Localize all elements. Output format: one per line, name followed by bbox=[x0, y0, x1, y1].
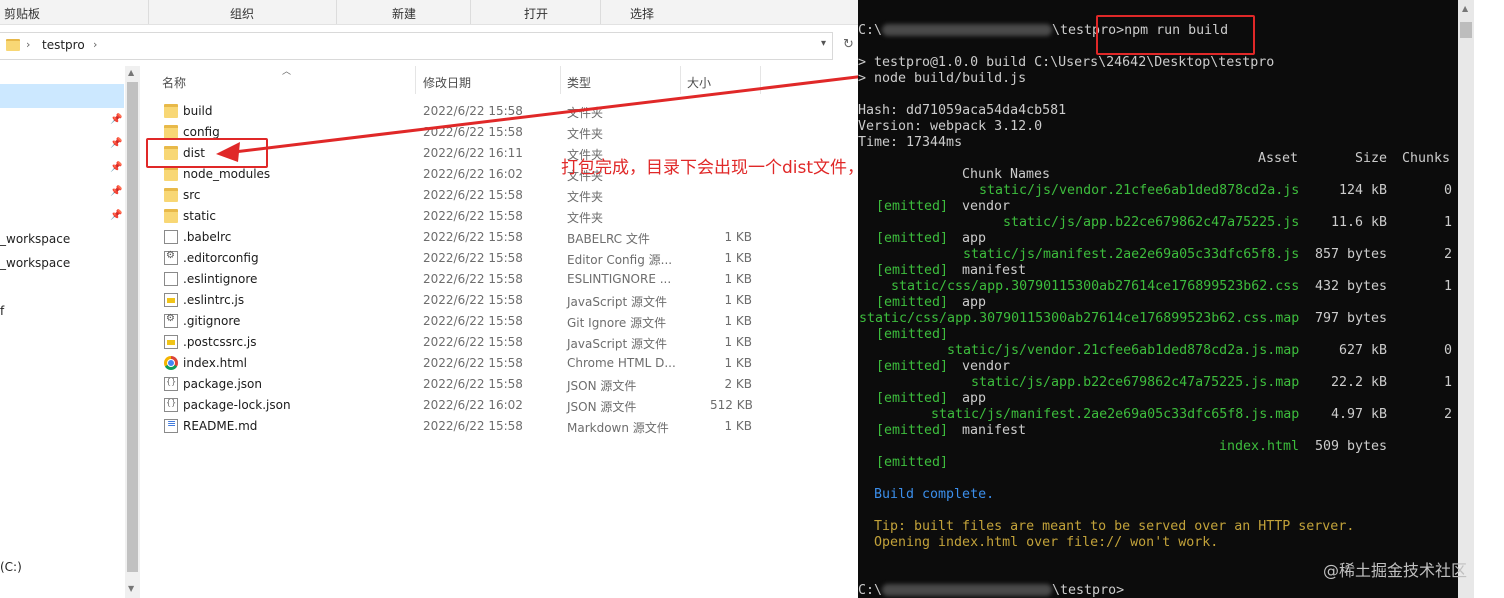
terminal-asset-file: static/js/vendor.21cfee6ab1ded878cd2a.js bbox=[979, 183, 1300, 198]
terminal-asset-file: static/js/app.b22ce679862c47a75225.js.ma… bbox=[971, 375, 1300, 390]
terminal-chunk-name: vendor bbox=[962, 199, 1011, 214]
terminal-header-chunknames: Chunk Names bbox=[962, 167, 1051, 182]
terminal-emitted-tag: [emitted] bbox=[876, 263, 949, 278]
terminal-asset-chunk: 0 bbox=[1444, 343, 1453, 358]
terminal-build-complete: Build complete. bbox=[874, 487, 995, 502]
terminal-emitted-tag: [emitted] bbox=[876, 327, 949, 342]
terminal-emitted-tag: [emitted] bbox=[876, 359, 949, 374]
terminal-asset-chunk: 0 bbox=[1444, 183, 1453, 198]
terminal-emitted-tag: [emitted] bbox=[876, 199, 949, 214]
terminal-asset-size: 509 bytes bbox=[1315, 439, 1388, 454]
terminal-asset-file: index.html bbox=[1219, 439, 1300, 454]
background-strip bbox=[1474, 0, 1504, 598]
terminal-asset-size: 124 kB bbox=[1339, 183, 1388, 198]
terminal-scrollbar[interactable]: ▲ bbox=[1458, 0, 1474, 598]
redacted-username bbox=[882, 24, 1053, 36]
terminal-header-size: Size bbox=[1355, 151, 1388, 166]
terminal-chunk-name: app bbox=[962, 231, 987, 246]
terminal-header-asset: Asset bbox=[1258, 151, 1299, 166]
terminal-line: Time: 17344ms bbox=[858, 135, 963, 150]
terminal-asset-chunk: 2 bbox=[1444, 407, 1453, 422]
terminal-chunk-name: app bbox=[962, 391, 987, 406]
terminal-emitted-tag: [emitted] bbox=[876, 455, 949, 470]
terminal-asset-file: static/js/app.b22ce679862c47a75225.js bbox=[1003, 215, 1300, 230]
terminal-line: > testpro@1.0.0 build C:\Users\24642\Des… bbox=[858, 55, 1275, 70]
terminal-asset-size: 857 bytes bbox=[1315, 247, 1388, 262]
terminal-tip-line: Tip: built files are meant to be served … bbox=[874, 519, 1355, 534]
terminal-asset-file: static/css/app.30790115300ab27614ce17689… bbox=[891, 279, 1300, 294]
terminal-tip-line: Opening index.html over file:// won't wo… bbox=[874, 535, 1219, 550]
terminal-chunk-name: app bbox=[962, 295, 987, 310]
terminal-asset-file: static/js/manifest.2ae2e69a05c33dfc65f8.… bbox=[931, 407, 1300, 422]
terminal-emitted-tag: [emitted] bbox=[876, 423, 949, 438]
terminal-chunk-name: vendor bbox=[962, 359, 1011, 374]
scroll-up-icon[interactable]: ▲ bbox=[1462, 4, 1468, 13]
terminal-emitted-tag: [emitted] bbox=[876, 391, 949, 406]
highlight-box-command bbox=[1096, 15, 1255, 55]
terminal-asset-chunk: 1 bbox=[1444, 279, 1453, 294]
terminal-asset-chunk: 1 bbox=[1444, 215, 1453, 230]
terminal-asset-size: 4.97 kB bbox=[1331, 407, 1388, 422]
terminal-asset-size: 627 kB bbox=[1339, 343, 1388, 358]
terminal-asset-file: static/js/vendor.21cfee6ab1ded878cd2a.js… bbox=[947, 343, 1300, 358]
terminal-asset-file: static/js/manifest.2ae2e69a05c33dfc65f8.… bbox=[963, 247, 1300, 262]
terminal-line: Version: webpack 3.12.0 bbox=[858, 119, 1043, 134]
terminal-window[interactable]: C:\ \testpro>npm run build > testpro@1.0.… bbox=[858, 0, 1458, 598]
terminal-line: > node build/build.js bbox=[858, 71, 1027, 86]
terminal-asset-size: 432 bytes bbox=[1315, 279, 1388, 294]
terminal-emitted-tag: [emitted] bbox=[876, 295, 949, 310]
terminal-prompt-line: C:\ \testpro> bbox=[858, 583, 1125, 598]
terminal-emitted-tag: [emitted] bbox=[876, 231, 949, 246]
terminal-header-chunks: Chunks bbox=[1402, 151, 1451, 166]
terminal-asset-chunk: 2 bbox=[1444, 247, 1453, 262]
terminal-asset-size: 797 bytes bbox=[1315, 311, 1388, 326]
terminal-chunk-name: manifest bbox=[962, 263, 1027, 278]
watermark: @稀土掘金技术社区 bbox=[1323, 561, 1468, 580]
scrollbar-thumb[interactable] bbox=[1460, 22, 1472, 38]
terminal-line: Hash: dd71059aca54da4cb581 bbox=[858, 103, 1067, 118]
terminal-asset-file: static/css/app.30790115300ab27614ce17689… bbox=[859, 311, 1300, 326]
arrow-head bbox=[216, 142, 240, 162]
terminal-asset-chunk: 1 bbox=[1444, 375, 1453, 390]
redacted-username bbox=[882, 584, 1053, 596]
terminal-asset-size: 22.2 kB bbox=[1331, 375, 1388, 390]
terminal-chunk-name: manifest bbox=[962, 423, 1027, 438]
terminal-asset-size: 11.6 kB bbox=[1331, 215, 1388, 230]
